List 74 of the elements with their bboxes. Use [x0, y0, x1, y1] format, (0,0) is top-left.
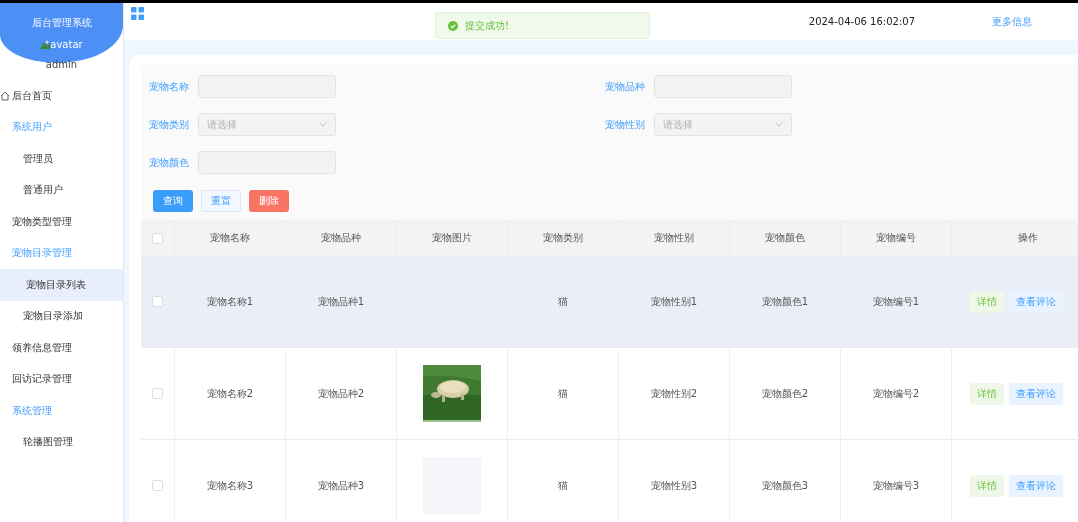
- row-action-button[interactable]: 查看评论: [1009, 474, 1063, 497]
- submenu-item[interactable]: 宠物目录列表: [0, 269, 123, 301]
- system-title: 后台管理系统: [31, 16, 92, 30]
- table-cell: 宠物颜色3: [729, 439, 841, 522]
- table-cell: 宠物编号3: [840, 439, 952, 522]
- table-row[interactable]: 宠物名称3 宠物品种3 猫 宠物性别3 宠物颜色3 宠物编号3 详情 查看评论: [141, 439, 1078, 522]
- table-cell: 宠物性别1: [618, 256, 730, 348]
- field-label: 宠物颜色: [149, 155, 189, 170]
- column-header: 宠物性别: [618, 220, 730, 256]
- select-field[interactable]: 请选择: [198, 113, 336, 136]
- select-field[interactable]: 请选择: [654, 113, 792, 136]
- table-cell: 宠物名称2: [174, 347, 286, 440]
- menu-group[interactable]: 宠物目录管理: [0, 237, 123, 269]
- row-action-button[interactable]: 详情: [970, 474, 1004, 497]
- column-header: 宠物名称: [174, 220, 286, 256]
- table-cell: 宠物名称1: [174, 256, 286, 348]
- field-label: 宠物性别: [605, 117, 645, 132]
- field-label: 宠物名称: [149, 79, 189, 94]
- chevron-down-icon: [319, 122, 327, 127]
- grid-menu-icon[interactable]: [131, 7, 144, 20]
- field-label: 宠物品种: [605, 79, 645, 94]
- submenu-item[interactable]: 轮播图管理: [0, 426, 123, 458]
- row-action-button[interactable]: 查看评论: [1009, 290, 1063, 313]
- table-cell: 宠物颜色2: [729, 347, 841, 440]
- menu-group[interactable]: 系统用户: [0, 111, 123, 143]
- table-row[interactable]: 宠物名称2 宠物品种2 猫 宠物性别2 宠物颜色2 宠物编号2 详情 查看评论: [141, 347, 1078, 440]
- table-row[interactable]: 宠物名称1 宠物品种1 猫 宠物性别1 宠物颜色1 宠物编号1 详情 查看评论: [141, 256, 1078, 348]
- table-cell: 宠物品种1: [285, 256, 397, 348]
- row-checkbox[interactable]: [152, 388, 163, 400]
- action-button[interactable]: 删除: [249, 190, 289, 212]
- column-header: 宠物编号: [840, 220, 952, 256]
- toast-message: 提交成功!: [465, 18, 509, 33]
- check-circle-icon: [448, 20, 458, 31]
- column-header: 宠物类别: [507, 220, 619, 256]
- submenu-item[interactable]: 管理员: [0, 143, 123, 175]
- field-label: 宠物类别: [149, 117, 189, 132]
- menu-item[interactable]: 领养信息管理: [0, 332, 123, 364]
- table-cell: 宠物编号1: [840, 256, 952, 348]
- action-button[interactable]: 查询: [153, 190, 193, 212]
- table-cell: 宠物品种2: [285, 347, 397, 440]
- menu-group[interactable]: 系统管理: [0, 395, 123, 427]
- menu-label: 后台首页: [12, 88, 52, 103]
- row-action-button[interactable]: 查看评论: [1009, 382, 1063, 405]
- row-action-button[interactable]: 详情: [970, 290, 1004, 313]
- table-cell: 宠物颜色1: [729, 256, 841, 348]
- table-cell: 宠物品种3: [285, 439, 397, 522]
- column-header: 宠物图片: [396, 220, 508, 256]
- avatar-image: avatar: [40, 39, 83, 50]
- more-info-link[interactable]: 更多信息: [992, 14, 1032, 29]
- select-all-checkbox[interactable]: [152, 232, 163, 244]
- column-header: 宠物品种: [285, 220, 397, 256]
- table-cell: 宠物性别2: [618, 347, 730, 440]
- column-header: 操作: [951, 220, 1078, 256]
- menu-item[interactable]: 回访记录管理: [0, 363, 123, 395]
- menu-item[interactable]: 宠物类型管理: [0, 206, 123, 238]
- table-cell: 宠物名称3: [174, 439, 286, 522]
- broken-image-icon: [40, 40, 51, 49]
- row-checkbox[interactable]: [152, 296, 163, 308]
- chevron-down-icon: [775, 122, 783, 127]
- table-cell: 猫: [507, 347, 619, 440]
- username: admin: [45, 59, 78, 70]
- submenu-item[interactable]: 宠物目录添加: [0, 300, 123, 332]
- table-cell: 猫: [507, 256, 619, 348]
- row-checkbox[interactable]: [152, 480, 163, 492]
- date-time: 2024-04-06 16:02:07: [808, 16, 915, 27]
- row-action-button[interactable]: 详情: [970, 382, 1004, 405]
- table-cell: 宠物编号2: [840, 347, 952, 440]
- menu-item[interactable]: 后台首页: [0, 80, 123, 112]
- table-cell: 宠物性别3: [618, 439, 730, 522]
- column-header: 宠物颜色: [729, 220, 841, 256]
- table-cell: 猫: [507, 439, 619, 522]
- action-button[interactable]: 重置: [201, 190, 241, 212]
- submenu-item[interactable]: 普通用户: [0, 174, 123, 206]
- home-icon: [0, 90, 10, 101]
